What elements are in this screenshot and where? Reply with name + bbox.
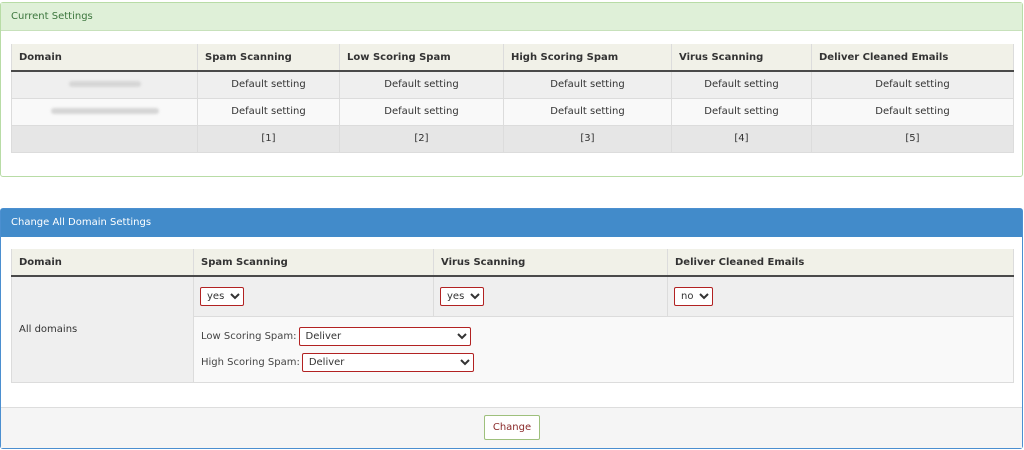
header-low-scoring-spam: Low Scoring Spam xyxy=(339,44,504,72)
table-row: Default setting Default setting Default … xyxy=(11,97,1014,126)
change-settings-heading: Change All Domain Settings xyxy=(1,209,1022,237)
spam-scanning-cell: yes xyxy=(193,275,434,317)
low-scoring-spam-label: Low Scoring Spam: xyxy=(201,330,297,342)
virus-scanning-select[interactable]: yes xyxy=(440,286,484,306)
cell-spam-scanning: Default setting xyxy=(197,70,340,99)
header-domain: Domain xyxy=(11,44,198,72)
change-settings-panel: Change All Domain Settings Domain Spam S… xyxy=(0,208,1023,449)
high-scoring-spam-row: High Scoring Spam: Deliver xyxy=(201,352,1012,373)
scoring-cell: Low Scoring Spam: Deliver High Scoring S… xyxy=(193,315,1014,383)
cell-spam-scanning: Default setting xyxy=(197,97,340,126)
domain-cell-redacted xyxy=(11,70,198,99)
cell-deliver-cleaned-emails: Default setting xyxy=(811,70,1014,99)
all-domains-label: All domains xyxy=(11,275,194,383)
virus-scanning-cell: yes xyxy=(433,275,668,317)
current-settings-table: Domain Spam Scanning Low Scoring Spam Hi… xyxy=(11,44,1014,153)
change-button[interactable]: Change xyxy=(484,415,540,440)
header-deliver-cleaned-emails: Deliver Cleaned Emails xyxy=(811,44,1014,72)
settings-row: All domains yes yes no xyxy=(11,275,1014,383)
cell-virus-scanning: Default setting xyxy=(671,97,812,126)
redacted-domain xyxy=(68,81,141,88)
cell-deliver-cleaned-emails: Default setting xyxy=(811,97,1014,126)
header-virus-scanning: Virus Scanning xyxy=(433,249,668,277)
note-2: [2] xyxy=(339,124,504,153)
header-virus-scanning: Virus Scanning xyxy=(671,44,812,72)
domain-cell-redacted xyxy=(11,97,198,126)
high-scoring-spam-label: High Scoring Spam: xyxy=(201,356,300,368)
header-spam-scanning: Spam Scanning xyxy=(193,249,434,277)
notes-row: [1] [2] [3] [4] [5] xyxy=(11,124,1014,153)
note-1: [1] xyxy=(197,124,340,153)
change-settings-table: Domain Spam Scanning Virus Scanning Deli… xyxy=(11,249,1014,383)
cell-virus-scanning: Default setting xyxy=(671,70,812,99)
deliver-cleaned-cell: no xyxy=(667,275,1014,317)
table-header-row: Domain Spam Scanning Low Scoring Spam Hi… xyxy=(11,44,1014,72)
low-scoring-spam-select[interactable]: Deliver xyxy=(298,326,471,346)
note-5: [5] xyxy=(811,124,1014,153)
panel-footer: Change xyxy=(1,407,1022,448)
header-spam-scanning: Spam Scanning xyxy=(197,44,340,72)
note-3: [3] xyxy=(503,124,672,153)
cell-low-scoring-spam: Default setting xyxy=(339,70,504,99)
cell-high-scoring-spam: Default setting xyxy=(503,70,672,99)
table-header-row: Domain Spam Scanning Virus Scanning Deli… xyxy=(11,249,1014,277)
current-settings-heading: Current Settings xyxy=(1,3,1022,31)
low-scoring-spam-row: Low Scoring Spam: Deliver xyxy=(201,326,1012,347)
redacted-domain xyxy=(50,108,159,114)
cell-low-scoring-spam: Default setting xyxy=(339,97,504,126)
spam-scanning-select[interactable]: yes xyxy=(200,286,244,306)
header-domain: Domain xyxy=(11,249,194,277)
high-scoring-spam-select[interactable]: Deliver xyxy=(301,352,474,372)
note-4: [4] xyxy=(671,124,812,153)
cell-high-scoring-spam: Default setting xyxy=(503,97,672,126)
header-deliver-cleaned-emails: Deliver Cleaned Emails xyxy=(667,249,1014,277)
header-high-scoring-spam: High Scoring Spam xyxy=(503,44,672,72)
table-row: Default setting Default setting Default … xyxy=(11,70,1014,99)
current-settings-panel: Current Settings Domain Spam Scanning Lo… xyxy=(0,2,1023,177)
notes-row-empty xyxy=(11,124,198,153)
deliver-cleaned-select[interactable]: no xyxy=(674,286,713,306)
